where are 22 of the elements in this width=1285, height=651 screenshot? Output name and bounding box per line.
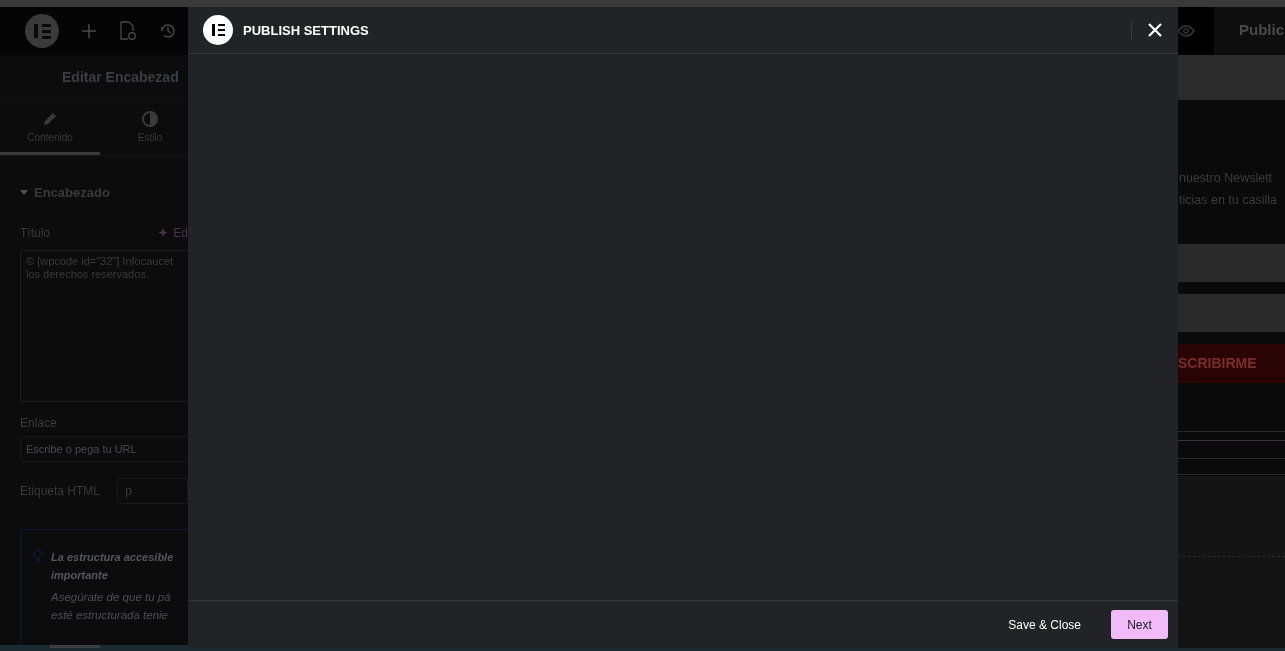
scrollbar-thumb[interactable] <box>50 645 100 648</box>
input-field[interactable] <box>1178 294 1285 332</box>
logo-icon[interactable] <box>25 14 59 48</box>
plus-icon[interactable] <box>81 23 97 39</box>
input-field[interactable] <box>1178 244 1285 282</box>
notice-text: Asegúrate de que tu pá esté estructurada tenie <box>51 590 172 623</box>
ai-edit-link[interactable]: Ed <box>158 226 188 240</box>
history-icon[interactable] <box>159 22 177 40</box>
save-close-button[interactable]: Save & Close <box>1004 609 1085 640</box>
contrast-icon <box>141 109 159 128</box>
close-icon[interactable] <box>1148 23 1162 37</box>
modal-title: PUBLISH SETTINGS <box>243 22 370 38</box>
document-icon[interactable] <box>119 21 137 41</box>
eye-icon[interactable] <box>1178 25 1195 37</box>
next-button[interactable]: Next <box>1111 610 1168 639</box>
lightbulb-icon <box>31 548 45 564</box>
notice-title: La estructura accesible importante <box>51 550 174 583</box>
caret-icon[interactable] <box>20 190 28 195</box>
subscribe-button[interactable]: SCRIBIRME <box>1178 344 1285 383</box>
publish-button[interactable]: Public <box>1214 7 1285 55</box>
url-input[interactable]: Escribe o pega tu URL <box>20 436 188 462</box>
logo-icon <box>203 15 233 45</box>
